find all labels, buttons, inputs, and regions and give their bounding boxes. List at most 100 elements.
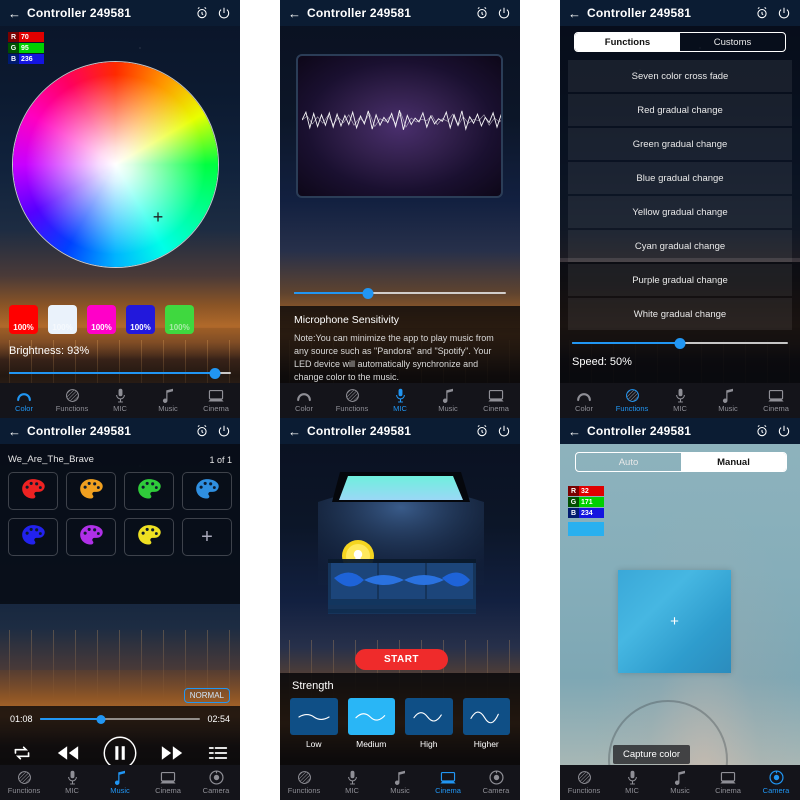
function-list-item[interactable]: White gradual change xyxy=(568,298,792,330)
strength-option-high[interactable]: High xyxy=(405,698,453,749)
nav-item-cinema[interactable]: Cinema xyxy=(752,383,800,418)
function-list-item[interactable]: Red gradual change xyxy=(568,94,792,126)
nav-item-cinema[interactable]: Cinema xyxy=(472,383,520,418)
nav-item-mic[interactable]: MIC xyxy=(376,383,424,418)
tab-auto[interactable]: Auto xyxy=(576,453,681,471)
nav-item-music[interactable]: Music xyxy=(704,383,752,418)
color-capture-target[interactable]: + xyxy=(618,570,731,673)
mic-sensitivity-slider[interactable] xyxy=(294,286,506,300)
alarm-clock-icon[interactable] xyxy=(194,5,210,21)
preset-swatch-red[interactable]: 100% xyxy=(9,305,38,334)
capture-color-button[interactable]: Capture color xyxy=(613,745,691,764)
power-icon[interactable] xyxy=(216,5,232,21)
nav-item-functions[interactable]: Functions xyxy=(328,383,376,418)
repeat-button[interactable] xyxy=(12,744,32,767)
back-arrow-icon[interactable]: ← xyxy=(288,7,301,20)
nav-item-functions[interactable]: Functions xyxy=(560,765,608,800)
alarm-clock-icon[interactable] xyxy=(474,5,490,21)
back-arrow-icon[interactable]: ← xyxy=(568,425,581,438)
color-wheel[interactable]: + xyxy=(13,62,218,267)
function-list-item[interactable]: Seven color cross fade xyxy=(568,60,792,92)
power-icon[interactable] xyxy=(216,423,232,439)
tab-functions[interactable]: Functions xyxy=(575,33,680,51)
palette-icon xyxy=(21,524,45,551)
alarm-clock-icon[interactable] xyxy=(754,423,770,439)
nav-item-camera[interactable]: Camera xyxy=(192,765,240,800)
nav-item-camera[interactable]: Camera xyxy=(752,765,800,800)
nav-item-camera[interactable]: Camera xyxy=(472,765,520,800)
palette-orange[interactable] xyxy=(66,472,116,510)
function-list-item[interactable]: Blue gradual change xyxy=(568,162,792,194)
alarm-clock-icon[interactable] xyxy=(474,423,490,439)
back-arrow-icon[interactable]: ← xyxy=(568,7,581,20)
start-button[interactable]: START xyxy=(355,649,448,670)
tab-customs[interactable]: Customs xyxy=(680,33,785,51)
speed-knob[interactable] xyxy=(674,337,686,349)
back-arrow-icon[interactable]: ← xyxy=(288,425,301,438)
nav-item-functions[interactable]: Functions xyxy=(608,383,656,418)
preset-swatch-magenta[interactable]: 100% xyxy=(87,305,116,334)
power-icon[interactable] xyxy=(496,5,512,21)
preset-swatch-row: 100% 100% 100% 100% 100% xyxy=(9,305,194,334)
palette-blue[interactable] xyxy=(8,518,58,556)
nav-item-music[interactable]: Music xyxy=(424,383,472,418)
palette-lightblue[interactable] xyxy=(182,472,232,510)
palette-green[interactable] xyxy=(124,472,174,510)
alarm-clock-icon[interactable] xyxy=(194,423,210,439)
playlist-button[interactable] xyxy=(208,745,228,766)
nav-item-mic[interactable]: MIC xyxy=(96,383,144,418)
palette-yellow[interactable] xyxy=(124,518,174,556)
nav-item-cinema[interactable]: Cinema xyxy=(144,765,192,800)
progress-knob[interactable] xyxy=(96,714,106,724)
previous-button[interactable] xyxy=(57,745,79,766)
power-icon[interactable] xyxy=(496,423,512,439)
nav-item-music[interactable]: Music xyxy=(144,383,192,418)
color-wheel-cursor-icon[interactable]: + xyxy=(153,208,164,226)
alarm-clock-icon[interactable] xyxy=(754,5,770,21)
nav-item-mic[interactable]: MIC xyxy=(608,765,656,800)
play-mode-badge[interactable]: NORMAL xyxy=(183,688,230,703)
power-icon[interactable] xyxy=(776,5,792,21)
nav-item-mic[interactable]: MIC xyxy=(656,383,704,418)
nav-item-functions[interactable]: Functions xyxy=(48,383,96,418)
strength-option-medium[interactable]: Medium xyxy=(347,698,395,749)
track-progress-slider[interactable] xyxy=(39,712,201,726)
nav-item-music[interactable]: Music xyxy=(96,765,144,800)
preset-swatch-white[interactable]: 100% xyxy=(48,305,77,334)
speed-slider[interactable] xyxy=(572,336,788,350)
function-list-item[interactable]: Green gradual change xyxy=(568,128,792,160)
preset-swatch-blue[interactable]: 100% xyxy=(126,305,155,334)
nav-item-mic[interactable]: MIC xyxy=(48,765,96,800)
nav-item-color[interactable]: Color xyxy=(560,383,608,418)
palette-red[interactable] xyxy=(8,472,58,510)
power-icon[interactable] xyxy=(776,423,792,439)
nav-item-cinema[interactable]: Cinema xyxy=(424,765,472,800)
strength-option-low[interactable]: Low xyxy=(290,698,338,749)
brightness-slider[interactable] xyxy=(9,366,231,380)
color-wheel-disc[interactable] xyxy=(13,62,218,267)
tab-manual[interactable]: Manual xyxy=(681,453,786,471)
nav-item-functions[interactable]: Functions xyxy=(0,765,48,800)
speed-fill xyxy=(572,342,680,344)
nav-item-functions[interactable]: Functions xyxy=(280,765,328,800)
nav-item-color[interactable]: Color xyxy=(0,383,48,418)
palette-purple[interactable] xyxy=(66,518,116,556)
function-list-item[interactable]: Yellow gradual change xyxy=(568,196,792,228)
function-list-item[interactable]: Cyan gradual change xyxy=(568,230,792,262)
strength-option-higher[interactable]: Higher xyxy=(462,698,510,749)
mic-sensitivity-knob[interactable] xyxy=(362,287,374,299)
nav-item-music[interactable]: Music xyxy=(656,765,704,800)
nav-item-mic[interactable]: MIC xyxy=(328,765,376,800)
back-arrow-icon[interactable]: ← xyxy=(8,425,21,438)
function-list-item[interactable]: Purple gradual change xyxy=(568,264,792,296)
nav-item-music[interactable]: Music xyxy=(376,765,424,800)
back-arrow-icon[interactable]: ← xyxy=(8,7,21,20)
nav-item-cinema[interactable]: Cinema xyxy=(192,383,240,418)
brightness-knob[interactable] xyxy=(209,367,221,379)
nav-item-color[interactable]: Color xyxy=(280,383,328,418)
nav-item-cinema[interactable]: Cinema xyxy=(704,765,752,800)
add-palette-button[interactable]: + xyxy=(182,518,232,556)
preset-swatch-green[interactable]: 100% xyxy=(165,305,194,334)
next-button[interactable] xyxy=(161,745,183,766)
music-icon xyxy=(440,388,456,403)
